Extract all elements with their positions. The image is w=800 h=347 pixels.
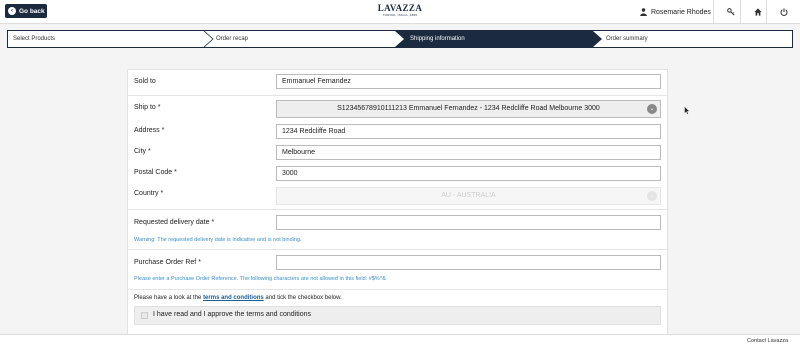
terms-checkbox-label: I have read and I approve the terms and … xyxy=(153,311,311,318)
ship-to-select[interactable]: S12345678910111213 Emmanuel Fernandez - … xyxy=(276,100,661,118)
terms-suffix: and tick the checkbox below. xyxy=(265,295,342,301)
logout-button[interactable] xyxy=(766,0,800,24)
user-icon xyxy=(640,8,647,16)
terms-link[interactable]: terms and conditions xyxy=(203,295,264,301)
divider xyxy=(128,95,667,96)
po-ref-label: Purchase Order Ref * xyxy=(134,259,201,266)
logo-subtext: TORINO, ITALIA, 1895 xyxy=(382,13,418,17)
go-back-label: Go back xyxy=(19,7,45,15)
step-select-products[interactable]: Select Products xyxy=(13,31,55,47)
delivery-warning: Warning: The requested delivery date is … xyxy=(134,237,302,243)
step-order-summary[interactable]: Order summary xyxy=(606,31,648,47)
postal-code-label: Postal Code * xyxy=(134,169,177,176)
postal-code-field[interactable]: 3000 xyxy=(276,166,661,181)
country-select[interactable]: AU - AUSTRALIA ⌄ xyxy=(276,187,661,205)
terms-checkbox-row[interactable]: I have read and I approve the terms and … xyxy=(134,306,661,325)
user-menu[interactable]: Rosemarie Rhodes xyxy=(640,0,711,24)
contact-lavazza-link[interactable]: Contact Lavazza xyxy=(747,338,788,344)
chevron-down-icon: ⌄ xyxy=(647,104,657,114)
step-divider-chevron xyxy=(395,31,407,47)
user-name: Rosemarie Rhodes xyxy=(651,8,711,16)
terms-prefix: Please have a look at the xyxy=(134,295,202,301)
ship-to-value: S12345678910111213 Emmanuel Fernandez - … xyxy=(337,105,600,112)
chevron-down-icon: ⌄ xyxy=(647,191,657,201)
delivery-date-label: Requested delivery date * xyxy=(134,219,215,226)
divider xyxy=(128,249,667,250)
step-shipping-information[interactable]: Shipping information xyxy=(407,31,593,47)
power-icon xyxy=(779,8,788,16)
lavazza-logo[interactable]: LAVAZZA TORINO, ITALIA, 1895 xyxy=(375,3,425,21)
step-label: Order recap xyxy=(216,36,249,42)
step-active-arrow xyxy=(593,31,602,47)
home-icon xyxy=(753,8,762,16)
country-value: AU - AUSTRALIA xyxy=(441,192,496,199)
step-label: Select Products xyxy=(13,36,56,42)
po-ref-field[interactable] xyxy=(276,255,661,270)
step-label: Shipping information xyxy=(410,36,465,42)
divider xyxy=(128,289,667,290)
checkout-stepper: Select Products Order recap Shipping inf… xyxy=(7,30,793,48)
terms-instructions: Please have a look at the terms and cond… xyxy=(134,295,342,301)
sold-to-label: Sold to xyxy=(134,78,156,85)
step-divider-chevron xyxy=(204,31,214,47)
key-icon xyxy=(726,8,735,16)
po-ref-hint: Please enter a Purchase Order Reference.… xyxy=(134,276,386,282)
top-bar: ‹ Go back LAVAZZA TORINO, ITALIA, 1895 R… xyxy=(0,0,800,24)
step-order-recap[interactable]: Order recap xyxy=(216,31,248,47)
go-back-button[interactable]: ‹ Go back xyxy=(5,4,47,18)
city-field[interactable]: Melbourne xyxy=(276,145,661,160)
terms-checkbox[interactable] xyxy=(141,312,148,319)
back-arrow-icon: ‹ xyxy=(8,7,16,15)
country-label: Country * xyxy=(134,190,164,197)
footer: Contact Lavazza xyxy=(0,334,800,347)
delivery-date-field[interactable] xyxy=(276,215,661,230)
shipping-form: Sold to Emmanuel Fernandez Ship to * S12… xyxy=(127,69,668,347)
city-label: City * xyxy=(134,148,151,155)
mouse-cursor-icon xyxy=(684,106,690,115)
address-field[interactable]: 1234 Redcliffe Road xyxy=(276,124,661,139)
logo-brand-text: LAVAZZA xyxy=(377,3,423,13)
ship-to-label: Ship to * xyxy=(134,104,161,111)
divider xyxy=(128,209,667,210)
sold-to-field[interactable]: Emmanuel Fernandez xyxy=(276,74,661,89)
address-label: Address * xyxy=(134,127,165,134)
step-label: Order summary xyxy=(606,36,648,42)
